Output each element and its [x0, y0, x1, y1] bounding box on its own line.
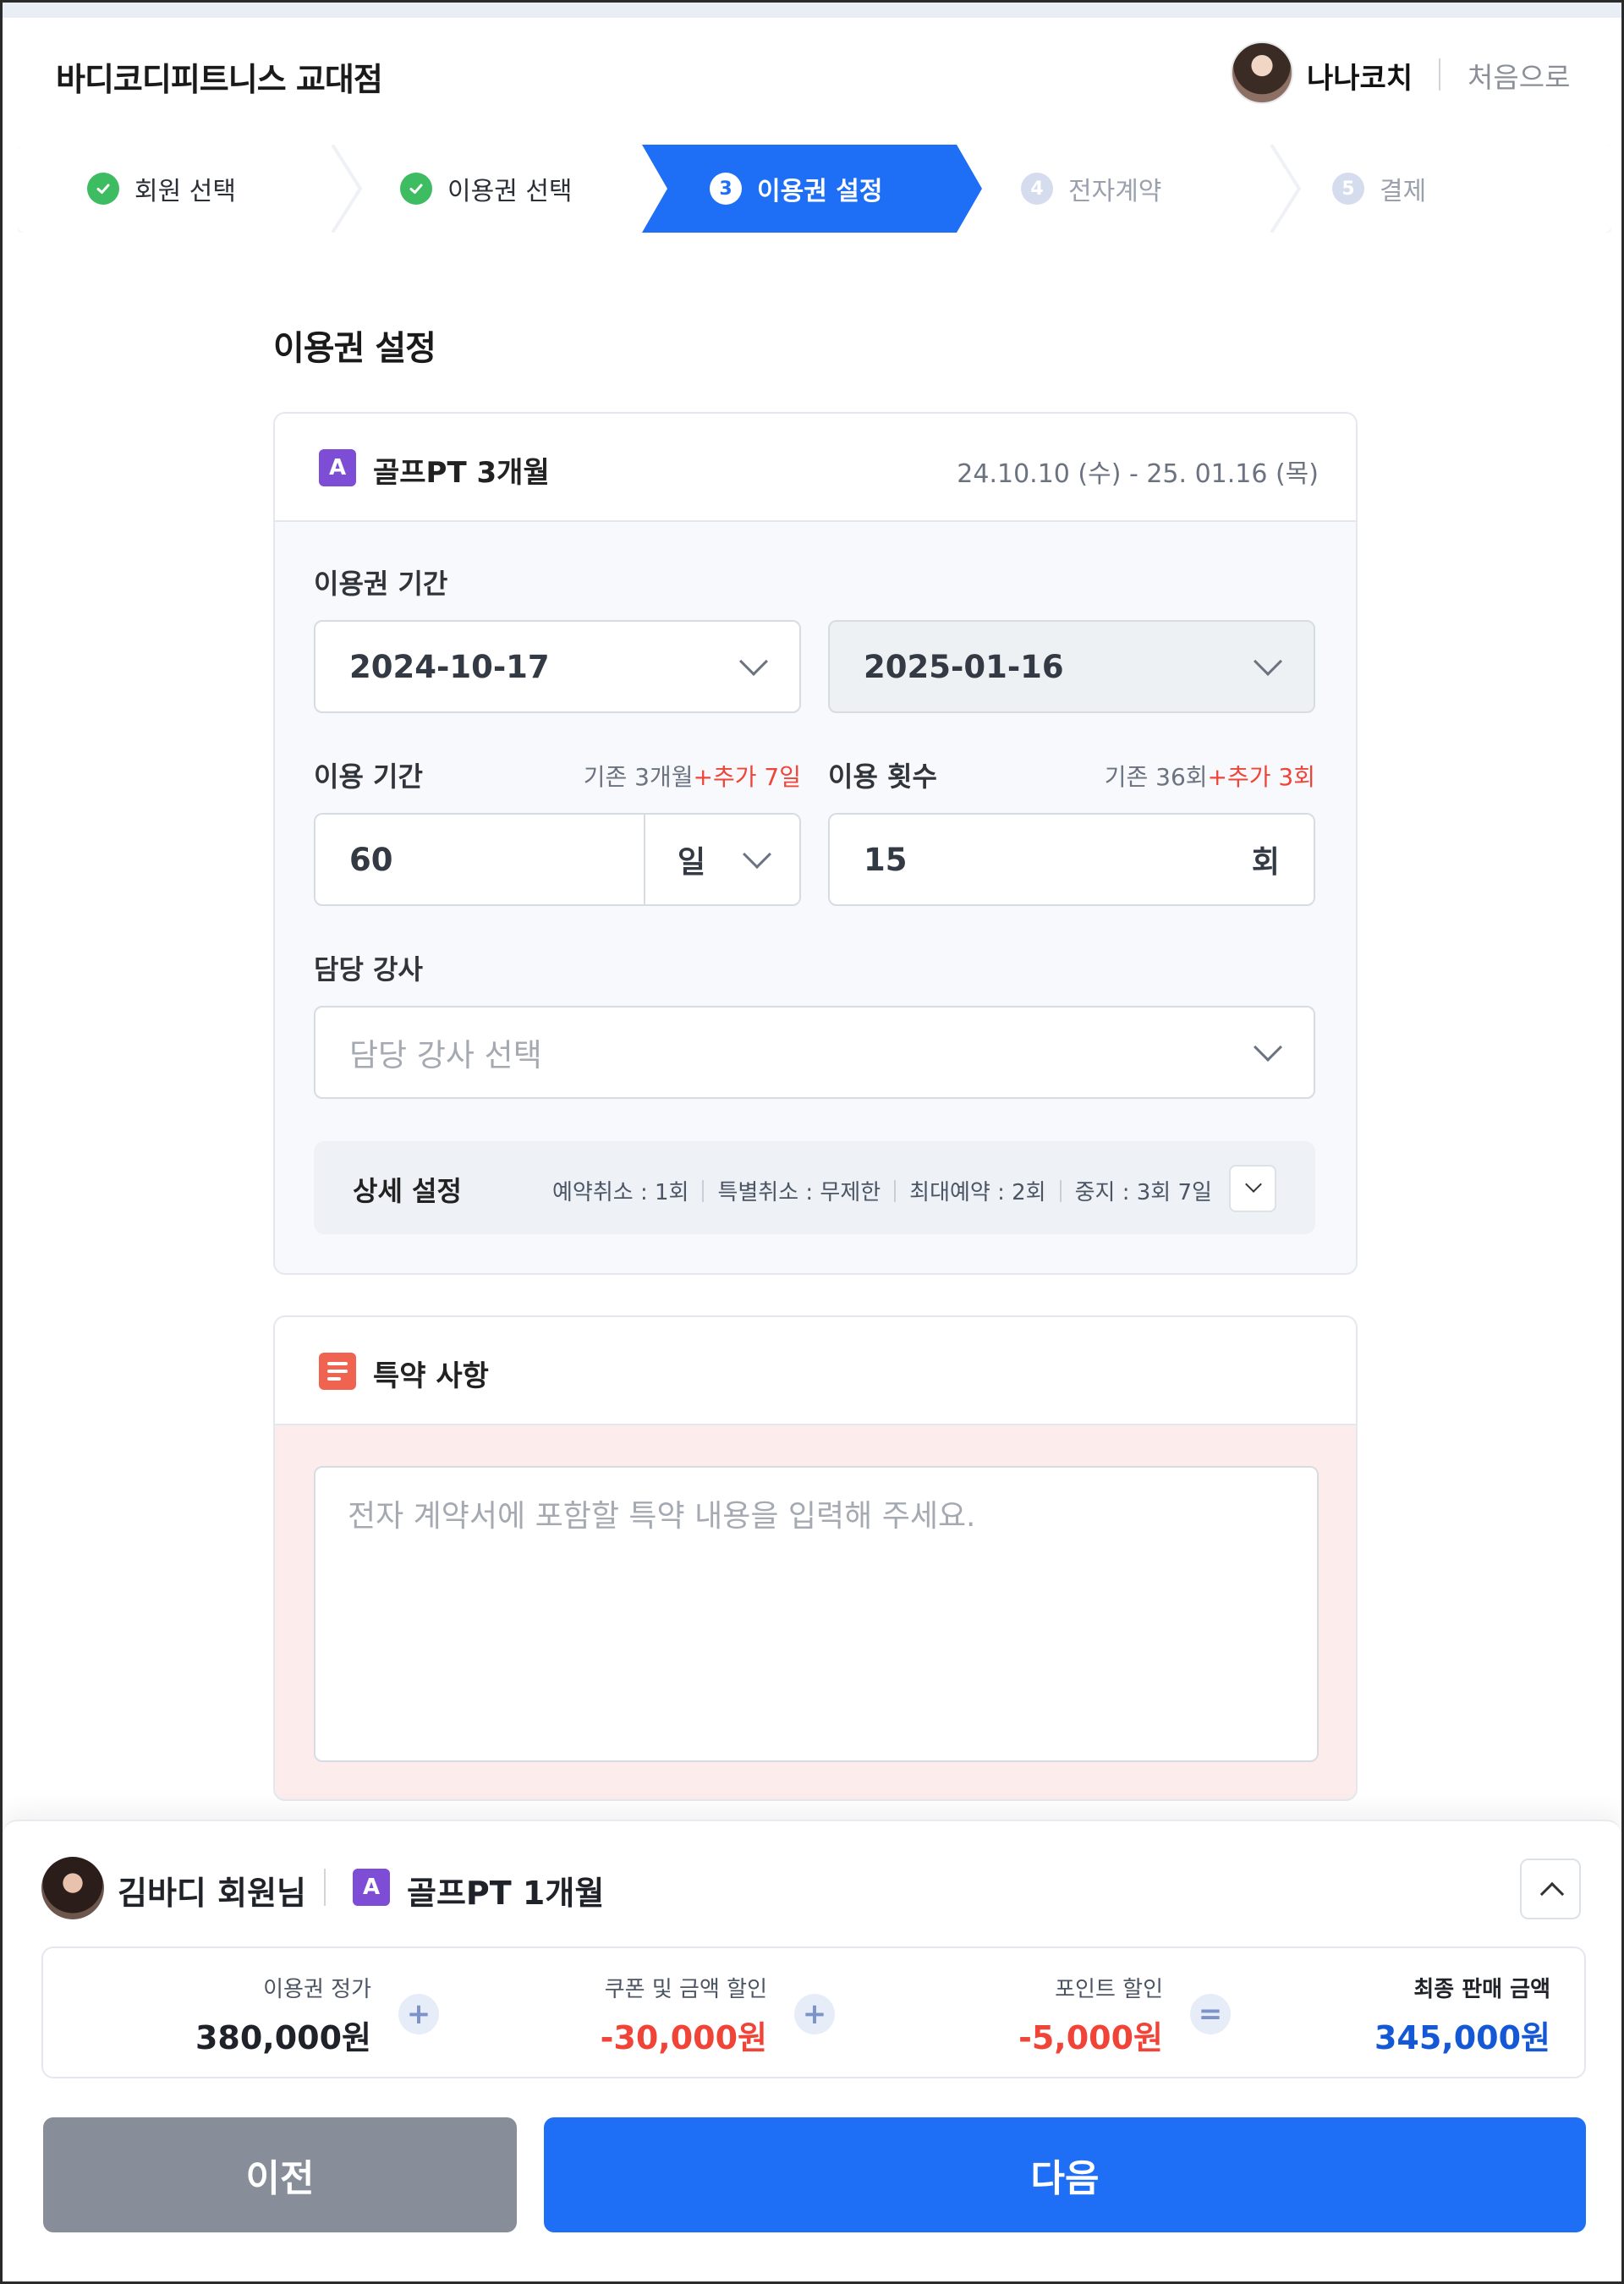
start-date-value: 2024-10-17 — [349, 648, 550, 685]
ticket-badge: A — [353, 1869, 390, 1906]
end-date-value: 2025-01-16 — [864, 648, 1064, 685]
chevron-up-icon — [1539, 1881, 1565, 1907]
top-strip — [3, 3, 1621, 18]
step-label: 회원 선택 — [134, 177, 236, 206]
end-date-select[interactable]: 2025-01-16 — [828, 620, 1315, 713]
chevron-down-icon — [1254, 1033, 1282, 1062]
unit-divider — [644, 815, 645, 904]
divider — [324, 1869, 326, 1906]
coupon-discount: 쿠폰 및 금액 할인 -30,000원 — [601, 1972, 767, 2058]
step-payment[interactable]: 5 결제 — [1332, 170, 1426, 207]
summary-ticket-name: 골프PT 1개월 — [407, 1875, 605, 1912]
count-input[interactable]: 15 회 — [828, 813, 1315, 906]
duration-note: 기존 3개월+추가 7일 — [584, 759, 801, 793]
header-divider — [1439, 58, 1440, 91]
previous-button[interactable]: 이전 — [43, 2117, 517, 2232]
special-terms-header: 특약 사항 — [275, 1317, 1356, 1425]
special-terms-card: 특약 사항 — [273, 1315, 1358, 1801]
point-discount-label: 포인트 할인 — [1055, 1977, 1163, 2002]
chevron-down-icon — [739, 647, 768, 676]
document-icon — [319, 1353, 356, 1390]
ticket-settings-card: A 골프PT 3개월 24.10.10 (수) - 25. 01.16 (목) … — [273, 412, 1358, 1275]
step-number: 4 — [1021, 173, 1053, 205]
member-name: 김바디 회원님 — [118, 1875, 306, 1912]
instructor-label: 담당 강사 — [314, 953, 423, 986]
step-label: 이용권 설정 — [757, 177, 883, 206]
ticket-name: 골프PT 3개월 — [373, 456, 550, 490]
duration-base-note: 기존 3개월 — [583, 763, 694, 791]
final-price-label: 최종 판매 금액 — [1413, 1977, 1550, 2002]
step-number: 5 — [1332, 173, 1364, 205]
final-price: 최종 판매 금액 345,000원 — [1374, 1972, 1550, 2058]
detail-settings: 상세 설정 예약취소 : 1회 특별취소 : 무제한 최대예약 : 2회 중지 … — [314, 1141, 1315, 1234]
step-e-contract[interactable]: 4 전자계약 — [1021, 170, 1161, 207]
special-terms-title: 특약 사항 — [373, 1359, 489, 1393]
app-window: 바디코디피트니스 교대점 나나코치 처음으로 회원 선택 이용권 선택 3 이용… — [0, 0, 1624, 2284]
step-member-select[interactable]: 회원 선택 — [87, 170, 236, 207]
detail-expand-button[interactable] — [1229, 1165, 1276, 1212]
special-terms-textarea[interactable] — [314, 1466, 1319, 1762]
list-price-label: 이용권 정가 — [263, 1977, 371, 2002]
detail-settings-summary: 예약취소 : 1회 특별취소 : 무제한 최대예약 : 2회 중지 : 3회 7… — [552, 1175, 1212, 1206]
ticket-card-header: A 골프PT 3개월 24.10.10 (수) - 25. 01.16 (목) — [275, 414, 1356, 522]
divider — [702, 1179, 705, 1202]
coach-avatar — [1231, 41, 1293, 104]
ticket-date-range: 24.10.10 (수) - 25. 01.16 (목) — [957, 459, 1319, 489]
member-avatar — [41, 1857, 104, 1919]
instructor-select[interactable]: 담당 강사 선택 — [314, 1006, 1315, 1099]
ticket-badge: A — [319, 449, 356, 486]
duration-unit[interactable]: 일 — [678, 815, 705, 904]
list-price: 이용권 정가 380,000원 — [195, 1972, 371, 2058]
detail-item: 예약취소 : 1회 — [552, 1180, 689, 1205]
brand-name: 바디코디피트니스 교대점 — [56, 61, 383, 98]
plus-icon: + — [398, 1994, 439, 2034]
coupon-discount-value: -30,000원 — [600, 2019, 767, 2056]
coupon-discount-label: 쿠폰 및 금액 할인 — [604, 1977, 767, 2002]
detail-item: 중지 : 3회 7일 — [1074, 1180, 1212, 1205]
detail-item: 특별취소 : 무제한 — [717, 1180, 881, 1205]
point-discount: 포인트 할인 -5,000원 — [1018, 1972, 1163, 2058]
step-label: 결제 — [1380, 177, 1427, 206]
instructor-placeholder: 담당 강사 선택 — [349, 1037, 542, 1073]
step-label: 이용권 선택 — [447, 177, 573, 206]
divider — [894, 1179, 897, 1202]
check-icon — [400, 173, 432, 205]
coach-name[interactable]: 나나코치 — [1307, 55, 1413, 96]
start-date-select[interactable]: 2024-10-17 — [314, 620, 801, 713]
collapse-panel-button[interactable] — [1520, 1858, 1581, 1919]
chevron-down-icon — [1245, 1176, 1262, 1193]
next-button[interactable]: 다음 — [544, 2117, 1586, 2232]
step-indicator: 회원 선택 이용권 선택 3 이용권 설정 4 전자계약 5 결제 — [18, 145, 1611, 233]
period-label: 이용권 기간 — [314, 568, 448, 600]
list-price-value: 380,000원 — [195, 2019, 371, 2056]
plus-icon: + — [794, 1994, 835, 2034]
final-price-value: 345,000원 — [1374, 2019, 1550, 2056]
count-value: 15 — [864, 841, 908, 878]
step-ticket-settings[interactable]: 3 이용권 설정 — [710, 170, 882, 207]
count-unit: 회 — [1251, 845, 1280, 880]
duration-label: 이용 기간 — [314, 760, 423, 793]
equals-icon: = — [1190, 1994, 1231, 2034]
step-label: 전자계약 — [1068, 177, 1162, 206]
count-extra-note: +추가 3회 — [1207, 763, 1315, 791]
point-discount-value: -5,000원 — [1018, 2019, 1163, 2056]
count-note: 기존 36회+추가 3회 — [1105, 759, 1315, 793]
count-base-note: 기존 36회 — [1104, 763, 1208, 791]
divider — [1059, 1179, 1062, 1202]
price-breakdown: 이용권 정가 380,000원 + 쿠폰 및 금액 할인 -30,000원 + … — [41, 1946, 1586, 2078]
detail-item: 최대예약 : 2회 — [909, 1180, 1046, 1205]
count-label: 이용 횟수 — [828, 760, 937, 793]
duration-input[interactable]: 60 일 — [314, 813, 801, 906]
step-ticket-select[interactable]: 이용권 선택 — [400, 170, 573, 207]
chevron-down-icon[interactable] — [743, 840, 771, 869]
page-title: 이용권 설정 — [273, 329, 436, 368]
duration-value: 60 — [349, 841, 393, 878]
check-icon — [87, 173, 119, 205]
step-number: 3 — [710, 173, 742, 205]
chevron-down-icon — [1254, 647, 1282, 676]
detail-settings-title: 상세 설정 — [353, 1175, 462, 1207]
duration-extra-note: +추가 7일 — [693, 763, 801, 791]
header: 바디코디피트니스 교대점 나나코치 처음으로 — [3, 18, 1621, 128]
home-link[interactable]: 처음으로 — [1468, 55, 1570, 96]
